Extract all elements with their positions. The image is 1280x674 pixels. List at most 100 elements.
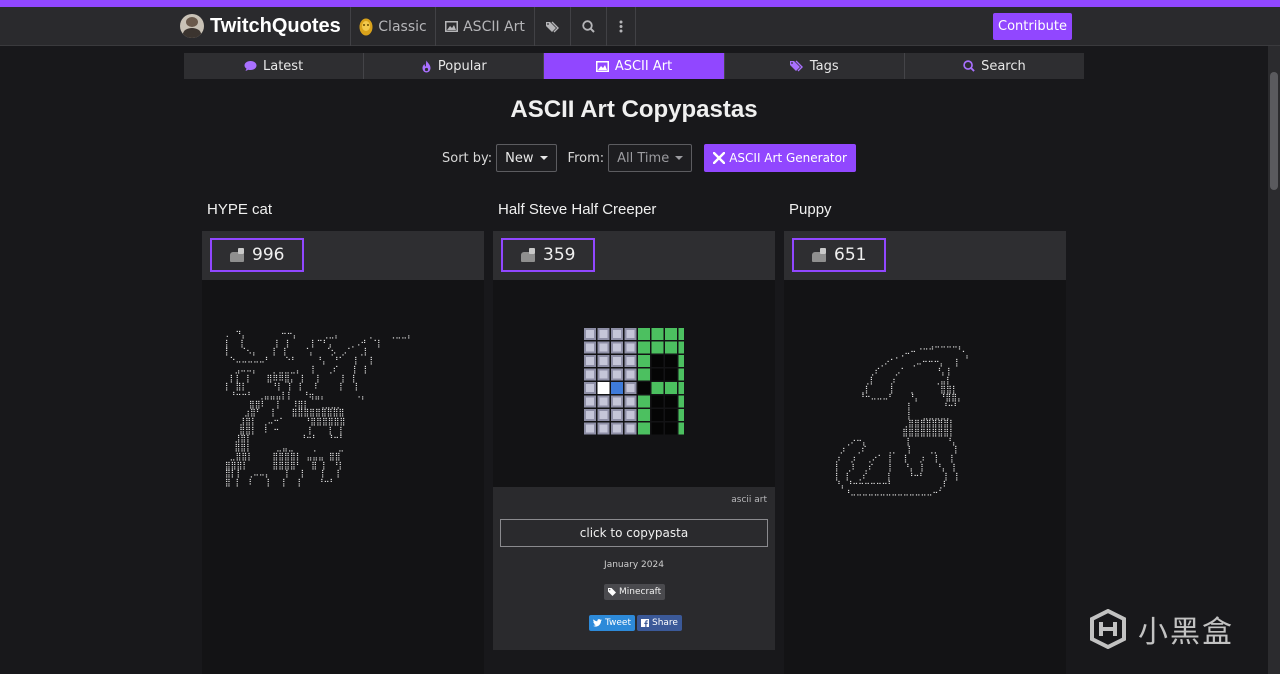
search-icon <box>582 20 595 33</box>
tab-popular[interactable]: Popular <box>364 53 545 79</box>
tab-search-label: Search <box>981 58 1026 74</box>
vote-emote-icon <box>810 248 828 262</box>
scrollbar-thumb[interactable] <box>1270 72 1278 190</box>
tweet-button[interactable]: Tweet <box>589 615 635 631</box>
tag-chip[interactable]: Minecraft <box>604 584 666 600</box>
from-label: From: <box>567 150 605 166</box>
tag-icon <box>608 588 616 596</box>
vote-counter[interactable]: 359 <box>501 238 595 272</box>
search-icon <box>963 60 975 72</box>
pixel-highlight <box>613 343 621 352</box>
pixel-block <box>678 341 684 354</box>
card-title: HYPE cat <box>207 201 273 218</box>
pixel-highlight <box>599 397 608 406</box>
tags-icon <box>545 21 559 32</box>
pixel-block <box>638 341 650 354</box>
brand-logo-icon <box>180 14 204 38</box>
tweet-label: Tweet <box>605 618 631 628</box>
pixel-block <box>638 422 650 435</box>
pixel-highlight <box>599 343 608 352</box>
category-label: ascii art <box>731 495 767 505</box>
card-ascii-art[interactable]: .⠀⠙⡄ ⠒⠒⡄ ⢀⣀⡄ ⡀ ⢀⣀⣀⡄ ⡇ ⡇ ⡇ ⡇ ⡇⠉⠃⡄ ⢀⠠⠚ ⠈⡇ … <box>202 280 484 674</box>
nav-classic-label: Classic <box>378 18 427 35</box>
pixel-block <box>651 355 664 367</box>
card-header: 996 <box>202 231 484 280</box>
vote-counter[interactable]: 996 <box>210 238 304 272</box>
watermark-text: 小黑盒 <box>1138 615 1234 650</box>
tab-popular-label: Popular <box>437 58 487 74</box>
nav-classic[interactable]: Classic <box>350 7 435 46</box>
copypasta-button[interactable]: click to copypasta <box>500 519 768 547</box>
pixel-highlight <box>586 397 594 406</box>
pixel-block <box>597 382 610 394</box>
brand-link[interactable]: TwitchQuotes <box>180 11 341 41</box>
pixel-highlight <box>613 424 621 433</box>
contribute-button[interactable]: Contribute <box>993 13 1072 40</box>
nav-ascii-art[interactable]: ASCII Art <box>435 7 534 46</box>
tools-icon <box>713 152 726 164</box>
pixel-block <box>651 395 664 408</box>
tab-ascii-art-label: ASCII Art <box>614 58 673 74</box>
ascii-art-generator-label: ASCII Art Generator <box>729 151 847 165</box>
pixel-highlight <box>626 397 635 406</box>
pixel-highlight <box>586 384 594 392</box>
tab-latest[interactable]: Latest <box>184 53 365 79</box>
page-scrollbar[interactable] <box>1268 46 1280 674</box>
pixel-highlight <box>626 370 635 379</box>
share-buttons: Tweet Share <box>589 615 682 631</box>
nav-tags[interactable] <box>534 7 570 46</box>
card-title: Puppy <box>789 201 832 218</box>
pixel-highlight <box>586 357 594 365</box>
share-label: Share <box>651 618 678 628</box>
top-navbar: TwitchQuotes Classic ASCII Art Contribut… <box>0 7 1280 46</box>
ascii-art-generator-button[interactable]: ASCII Art Generator <box>704 144 856 172</box>
ascii-art-image: .⠀⠙⡄ ⠒⠒⡄ ⢀⣀⡄ ⡀ ⢀⣀⣀⡄ ⡇ ⡇ ⡇ ⡇ ⡇⠉⠃⡄ ⢀⠠⠚ ⠈⡇ … <box>224 330 413 487</box>
pixel-block <box>678 422 684 435</box>
nav-more[interactable] <box>606 7 636 46</box>
pixel-block <box>678 355 684 367</box>
image-icon <box>595 60 609 72</box>
pixel-highlight <box>599 411 608 419</box>
xiaoheihe-logo-icon <box>1090 609 1126 649</box>
sort-label: Sort by: <box>442 150 493 166</box>
vote-count: 359 <box>543 245 576 265</box>
tab-search[interactable]: Search <box>904 53 1085 79</box>
fire-icon <box>422 60 431 72</box>
card-ascii-art[interactable] <box>493 280 775 487</box>
pixel-block <box>651 341 664 354</box>
time-range-select[interactable]: All Time <box>608 144 693 172</box>
pixel-block <box>638 409 650 421</box>
card-title: Half Steve Half Creeper <box>498 201 657 218</box>
pixel-block <box>651 409 664 421</box>
vote-counter[interactable]: 651 <box>792 238 886 272</box>
nav-search[interactable] <box>570 7 606 46</box>
tags-icon <box>789 60 803 72</box>
pixel-highlight <box>586 343 594 352</box>
card-ascii-art[interactable]: ⢀⣀⣠⠤⠤⠤⠤⡄ ⢀⠠⠒⠉ ⠈⡄ ⢀⠔⠁ ⢀⠤⠒⠒⠒⡄ ⡇ ⢀⠎ ⡠⠁ ⠘⡄⡇ … <box>784 280 1066 674</box>
tab-tags[interactable]: Tags <box>724 53 905 79</box>
pixel-block <box>638 395 650 408</box>
pixel-block <box>651 328 664 340</box>
pixel-highlight <box>613 330 621 338</box>
pixel-block <box>665 409 677 421</box>
image-icon <box>445 21 459 32</box>
pixel-highlight <box>586 330 594 338</box>
pixel-block <box>638 355 650 367</box>
pixel-highlight <box>626 384 635 392</box>
pixel-highlight <box>586 411 594 419</box>
page-title: ASCII Art Copypastas <box>510 96 758 123</box>
ascii-art-image: ⢀⣀⣠⠤⠤⠤⠤⡄ ⢀⠠⠒⠉ ⠈⡄ ⢀⠔⠁ ⢀⠤⠒⠒⠒⡄ ⡇ ⢀⠎ ⡠⠁ ⠘⡄⡇ … <box>834 341 972 498</box>
pixel-highlight <box>599 330 608 338</box>
pixel-block <box>678 328 684 340</box>
pixel-highlight <box>613 370 621 379</box>
pixel-block <box>665 395 677 408</box>
sort-select[interactable]: New <box>496 144 557 172</box>
tab-ascii-art[interactable]: ASCII Art <box>544 53 725 79</box>
pixel-highlight <box>626 330 635 338</box>
facebook-share-button[interactable]: Share <box>636 615 682 631</box>
pixel-block <box>678 409 684 421</box>
pixel-block <box>651 368 664 381</box>
pixel-block <box>638 382 650 394</box>
ascii-art-image <box>584 328 684 435</box>
chevron-down-icon <box>675 156 684 160</box>
